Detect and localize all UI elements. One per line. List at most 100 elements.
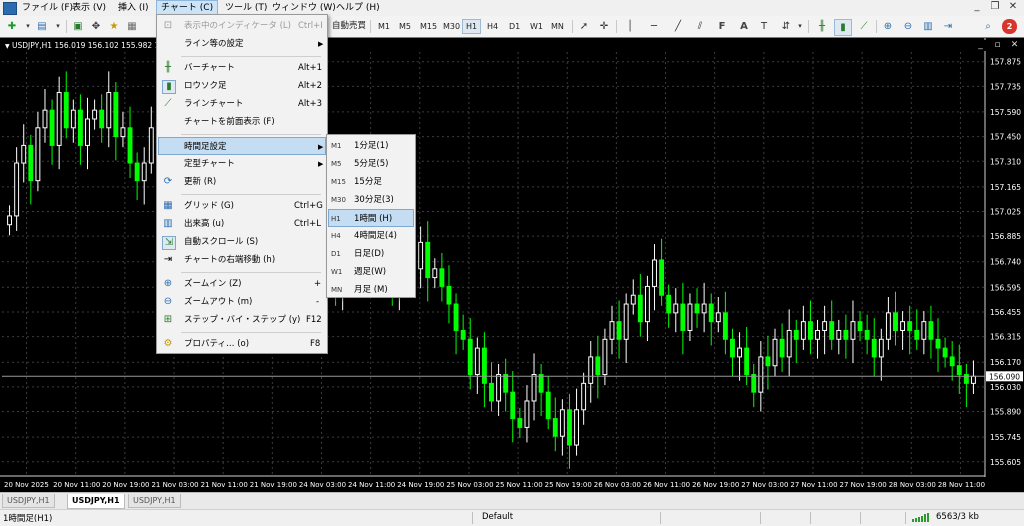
menu-item-zoom-out[interactable]: ⊖ ズームアウト (m) - <box>158 293 326 311</box>
timeframe-item-m15[interactable]: M15 15分足 <box>328 173 414 191</box>
timeframe-item-m5[interactable]: M5 5分足(5) <box>328 155 414 173</box>
chart-tab-2[interactable]: USDJPY,H1 <box>67 494 125 509</box>
bar-chart-icon[interactable]: ╫ <box>814 19 830 34</box>
timeframe-item-m30[interactable]: M30 30分足(3) <box>328 191 414 209</box>
candlestick-icon: ▮ <box>162 80 176 94</box>
timeframe-item-h1[interactable]: H1 1時間 (H) <box>328 209 414 227</box>
chart-tab-3[interactable]: USDJPY,H1 <box>128 494 181 508</box>
trendline-icon[interactable]: ╱ <box>670 19 686 34</box>
menu-item-objects[interactable]: ライン等の設定 ▶ <box>158 35 326 53</box>
timeframe-m5[interactable]: M5 <box>396 20 414 33</box>
timeframe-m15[interactable]: M15 <box>417 20 440 33</box>
timeframe-item-mn[interactable]: MN 月足 (M) <box>328 281 414 299</box>
x-tick-label: 25 Nov 19:00 <box>545 481 592 489</box>
timeframe-m30[interactable]: M30 <box>440 20 463 33</box>
candle-body <box>595 356 601 376</box>
channel-icon[interactable]: ⫽ <box>692 19 708 34</box>
candle-body <box>524 400 530 428</box>
cursor-icon[interactable]: ➚ <box>576 19 592 34</box>
x-tick-label: 27 Nov 03:00 <box>741 481 788 489</box>
menu-tools[interactable]: ツール (T) <box>221 1 271 15</box>
y-tick-label: 156.885 <box>990 232 1021 241</box>
chart-restore-icon[interactable]: ▫ <box>991 40 1004 51</box>
candle-body <box>623 303 629 340</box>
menu-insert[interactable]: 挿入 (I) <box>114 1 153 15</box>
y-tick-label: 157.310 <box>990 157 1021 166</box>
timeframe-h1[interactable]: H1 <box>462 19 482 34</box>
close-icon[interactable]: ✕ <box>1006 1 1020 14</box>
navigator-icon[interactable]: ★ <box>106 19 122 34</box>
candle-body <box>531 374 537 402</box>
timeframe-h4[interactable]: H4 <box>484 20 501 33</box>
candle-body <box>77 109 83 146</box>
search-icon[interactable]: ⌕ <box>980 19 996 34</box>
candle-body <box>460 329 466 340</box>
vertical-line-icon[interactable]: │ <box>622 19 638 34</box>
properties-icon: ⚙ <box>163 338 173 349</box>
chart-tab-1[interactable]: USDJPY,H1 <box>2 494 55 508</box>
minimize-icon[interactable]: _ <box>970 1 984 14</box>
zoom-in-icon: ⊕ <box>163 278 173 289</box>
menu-item-properties[interactable]: ⚙ プロパティ… (o) F8 <box>158 335 326 353</box>
menu-item-line-chart[interactable]: ⟋ ラインチャート Alt+3 <box>158 95 326 113</box>
timeframe-d1[interactable]: D1 <box>506 20 523 33</box>
menu-item-foreground[interactable]: チャートを前面表示 (F) <box>158 113 326 131</box>
new-chart-icon[interactable]: ✚ <box>4 19 20 34</box>
y-tick-label: 155.890 <box>990 408 1021 417</box>
candle-body <box>644 285 650 323</box>
menu-item-bar-chart[interactable]: ╫ バーチャート Alt+1 <box>158 59 326 77</box>
horizontal-line-icon[interactable]: ─ <box>646 19 662 34</box>
timeframe-item-h4[interactable]: H4 4時間足(4) <box>328 227 414 245</box>
timeframe-item-m1[interactable]: M1 1分足(1) <box>328 137 414 155</box>
menu-item-step-by-step[interactable]: ⊞ ステップ・バイ・ステップ (y) F12 <box>158 311 326 329</box>
menu-help[interactable]: ヘルプ (H) <box>332 1 384 15</box>
data-window-icon[interactable]: ✥ <box>88 19 104 34</box>
candle-body <box>99 109 105 129</box>
menu-window[interactable]: ウィンドウ (W) <box>268 1 340 15</box>
menu-item-chart-shift[interactable]: ⇥ チャートの右端移動 (h) <box>158 251 326 269</box>
chart-dropdown-icon[interactable]: ▼ <box>5 43 10 50</box>
timeframe-item-d1[interactable]: D1 日足(D) <box>328 245 414 263</box>
autotrade-button[interactable]: 自動売買 <box>332 20 366 33</box>
candle-body <box>928 321 934 340</box>
text-icon[interactable]: T <box>756 19 772 34</box>
timeframe-m1[interactable]: M1 <box>375 20 393 33</box>
chart-tabs: USDJPY,H1 USDJPY,H1 USDJPY,H1 <box>0 492 1024 509</box>
candle-body <box>914 329 920 340</box>
market-watch-icon[interactable]: ▣ <box>70 19 86 34</box>
menu-view[interactable]: 表示 (V) <box>68 1 110 15</box>
candle-body <box>538 374 544 393</box>
menu-item-templates[interactable]: 定型チャート ▶ <box>158 155 326 173</box>
dropdown-arrow-icon[interactable]: ▾ <box>50 19 66 34</box>
notification-badge-icon[interactable]: 2 <box>1002 19 1017 34</box>
zoom-out-icon[interactable]: ⊖ <box>900 19 916 34</box>
text-label-icon[interactable]: A <box>736 19 752 34</box>
tile-windows-icon[interactable]: ▥ <box>920 19 936 34</box>
restore-icon[interactable]: ❐ <box>988 1 1002 14</box>
dropdown-arrow-icon[interactable]: ▾ <box>792 19 808 34</box>
chart-window[interactable]: 157.875 157.735 157.590 157.450 157.310 157.1… <box>0 37 1024 493</box>
candlestick-icon[interactable]: ▮ <box>834 19 852 36</box>
menu-item-refresh[interactable]: ⟳ 更新 (R) <box>158 173 326 191</box>
menu-item-candlesticks[interactable]: ▮ ロウソク足 Alt+2 <box>158 77 326 95</box>
candle-body <box>35 127 41 182</box>
menu-item-grid[interactable]: ▦ グリッド (G) Ctrl+G <box>158 197 326 215</box>
line-chart-icon[interactable]: ⟋ <box>856 19 872 34</box>
chart-minimize-icon[interactable]: _ <box>974 40 987 51</box>
candle-body <box>467 338 473 376</box>
profiles-icon[interactable]: ▤ <box>34 19 50 34</box>
candle-body <box>446 285 452 305</box>
menu-item-volumes[interactable]: ▥ 出来高 (u) Ctrl+L <box>158 215 326 233</box>
timeframe-mn[interactable]: MN <box>548 20 567 33</box>
terminal-icon[interactable]: ▦ <box>124 19 140 34</box>
fibonacci-icon[interactable]: F <box>714 19 730 34</box>
crosshair-icon[interactable]: ✛ <box>596 19 612 34</box>
timeframe-w1[interactable]: W1 <box>527 20 546 33</box>
chart-shift-icon[interactable]: ⇥ <box>940 19 956 34</box>
menu-item-autoscroll[interactable]: ⇲ 自動スクロール (S) <box>158 233 326 251</box>
timeframe-item-w1[interactable]: W1 週足(W) <box>328 263 414 281</box>
zoom-in-icon[interactable]: ⊕ <box>880 19 896 34</box>
menu-item-zoom-in[interactable]: ⊕ ズームイン (Z) + <box>158 275 326 293</box>
menu-item-periodicity[interactable]: 時間足設定 ▶ <box>158 137 326 155</box>
chart-close-icon[interactable]: ✕ <box>1008 40 1021 51</box>
